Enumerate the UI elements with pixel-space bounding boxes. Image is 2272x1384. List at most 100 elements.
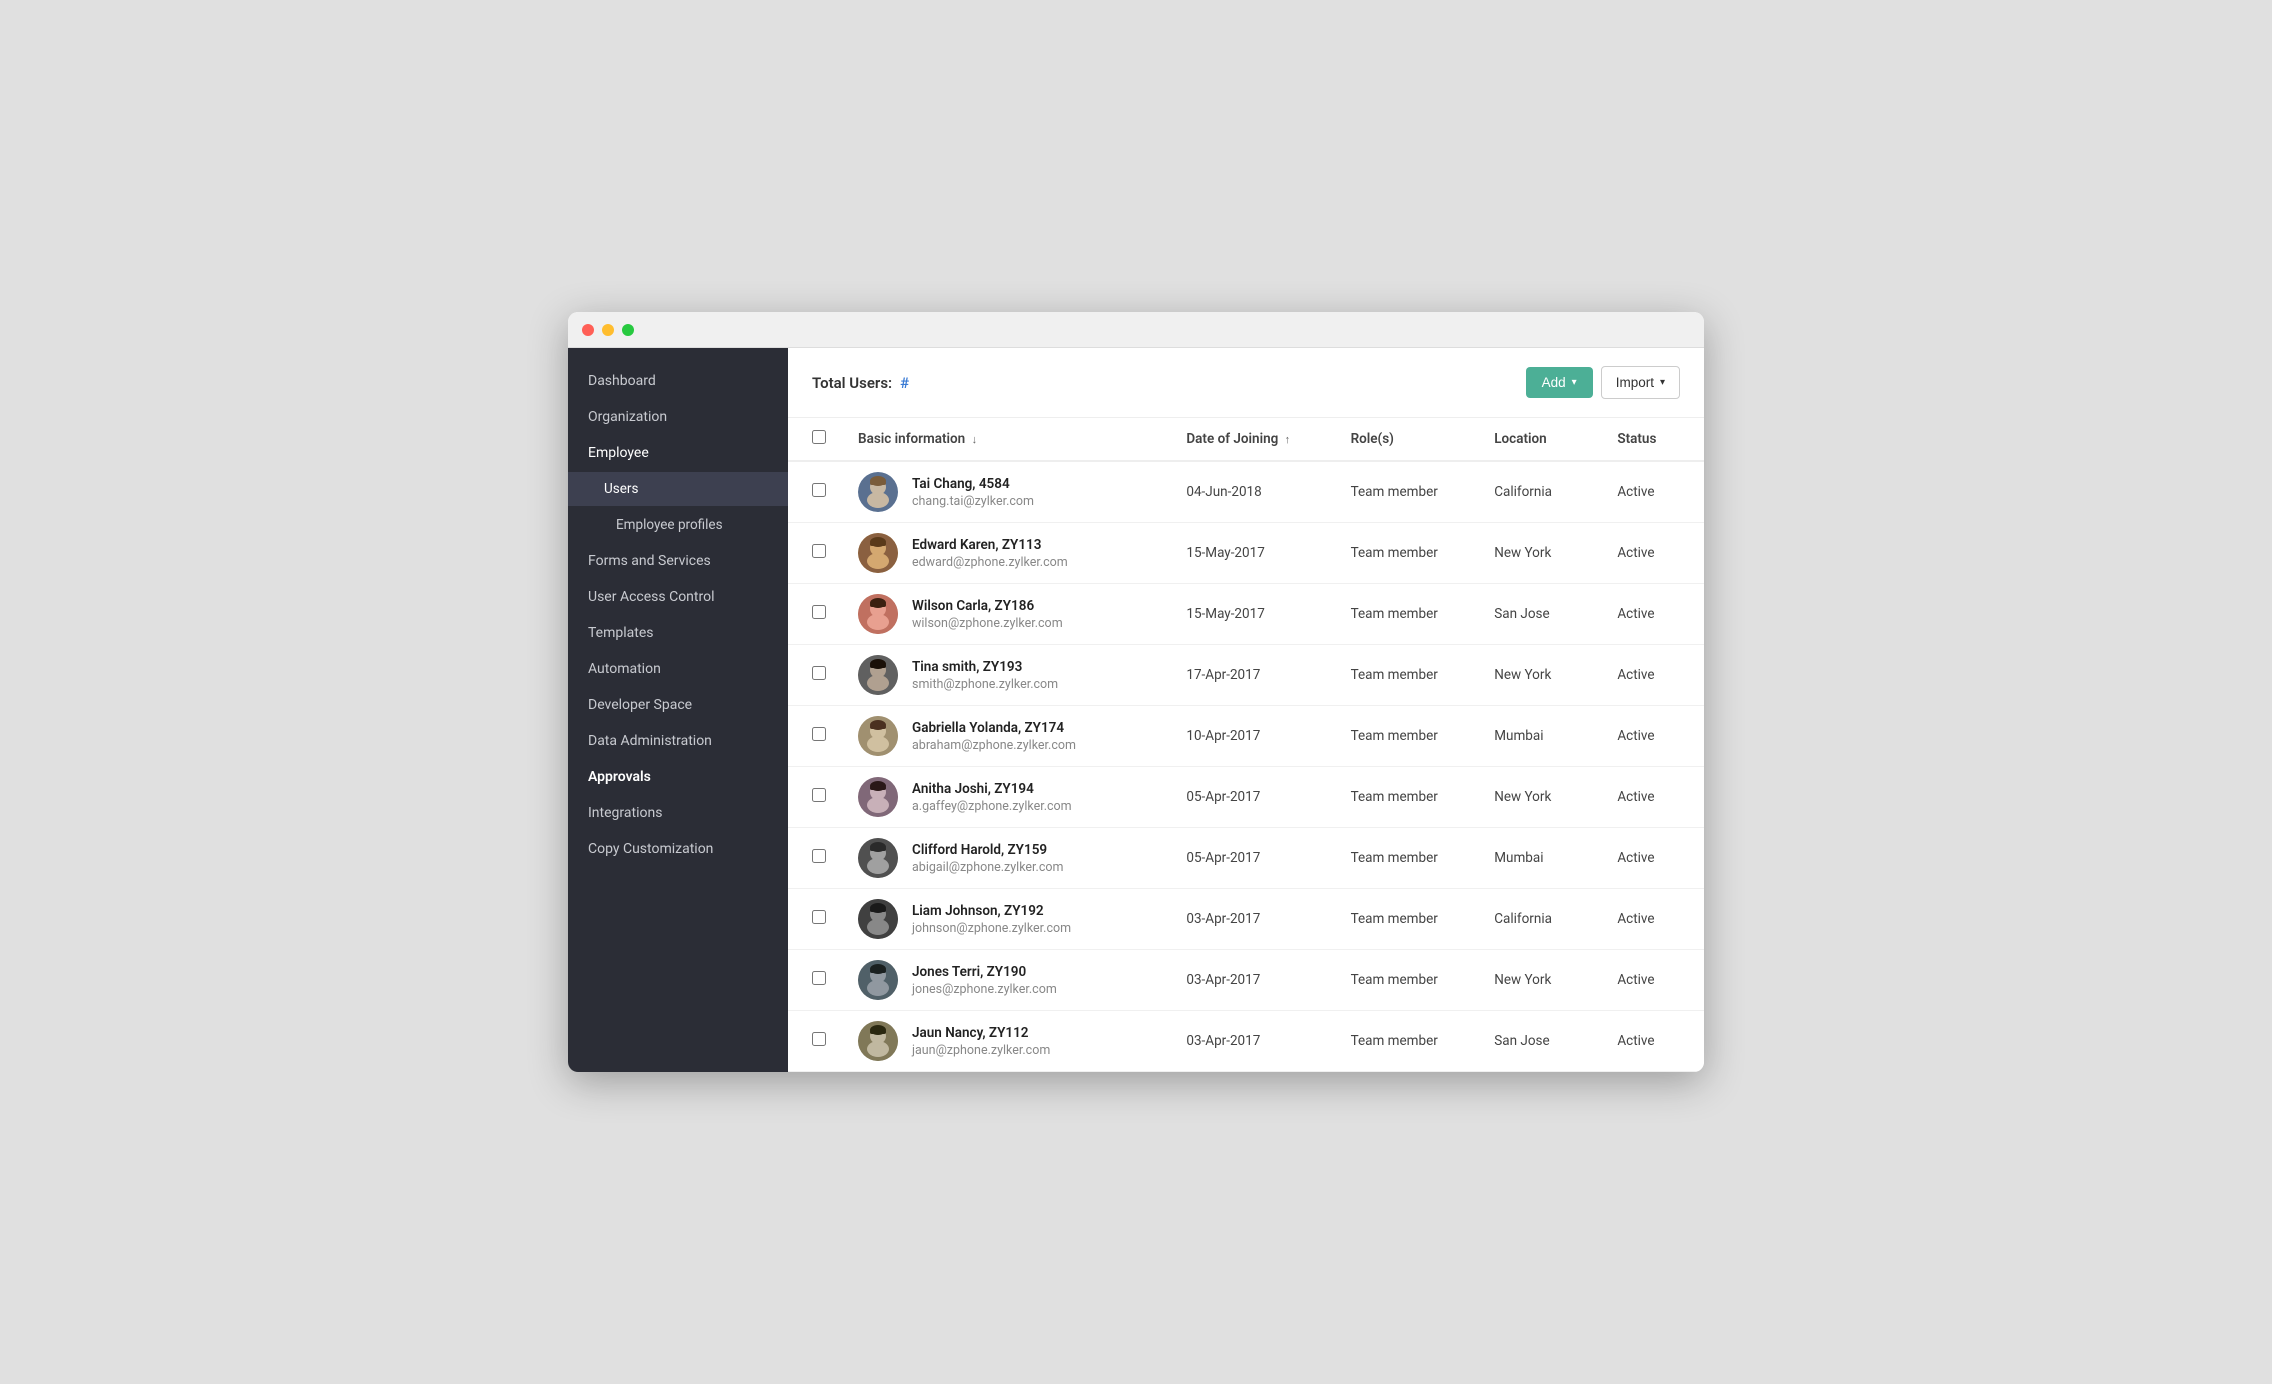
row-role-5: Team member	[1335, 706, 1479, 767]
row-checkbox-9[interactable]	[812, 971, 826, 985]
sidebar-item-automation[interactable]: Automation	[568, 652, 788, 686]
row-role-9: Team member	[1335, 950, 1479, 1011]
header-location[interactable]: Location	[1478, 418, 1601, 461]
avatar-1	[858, 472, 898, 512]
close-dot[interactable]	[582, 324, 594, 336]
basic-sort-icon: ↓	[972, 433, 978, 446]
row-checkbox-10[interactable]	[812, 1032, 826, 1046]
header-location-label: Location	[1494, 431, 1546, 447]
total-users-label: Total Users:	[812, 374, 892, 392]
import-chevron-icon: ▾	[1660, 377, 1665, 388]
row-role-7: Team member	[1335, 828, 1479, 889]
user-name-5: Gabriella Yolanda, ZY174	[912, 720, 1076, 736]
maximize-dot[interactable]	[622, 324, 634, 336]
sidebar-item-users[interactable]: Users	[568, 472, 788, 506]
add-button[interactable]: Add ▾	[1526, 367, 1593, 398]
row-role-4: Team member	[1335, 645, 1479, 706]
users-table: Basic information ↓ Date of Joining ↑ Ro…	[788, 418, 1704, 1072]
row-checkbox-cell	[788, 706, 842, 767]
sidebar-item-integrations[interactable]: Integrations	[568, 796, 788, 830]
row-checkbox-cell	[788, 523, 842, 584]
avatar-9	[858, 960, 898, 1000]
user-name-2: Edward Karen, ZY113	[912, 537, 1068, 553]
add-button-label: Add	[1542, 375, 1566, 390]
sidebar-item-developer-space[interactable]: Developer Space	[568, 688, 788, 722]
user-name-8: Liam Johnson, ZY192	[912, 903, 1071, 919]
user-email-2: edward@zphone.zylker.com	[912, 555, 1068, 570]
user-name-6: Anitha Joshi, ZY194	[912, 781, 1072, 797]
sidebar-item-employee[interactable]: Employee	[568, 436, 788, 470]
user-info-2: Edward Karen, ZY113 edward@zphone.zylker…	[912, 537, 1068, 570]
row-status-3: Active	[1601, 584, 1704, 645]
row-location-2: New York	[1478, 523, 1601, 584]
header-status[interactable]: Status	[1601, 418, 1704, 461]
user-email-8: johnson@zphone.zylker.com	[912, 921, 1071, 936]
row-checkbox-4[interactable]	[812, 666, 826, 680]
table-row: Tina smith, ZY193 smith@zphone.zylker.co…	[788, 645, 1704, 706]
user-cell-4: Tina smith, ZY193 smith@zphone.zylker.co…	[858, 655, 1154, 695]
row-role-8: Team member	[1335, 889, 1479, 950]
sidebar-item-forms-services[interactable]: Forms and Services	[568, 544, 788, 578]
row-basic-info-6: Anitha Joshi, ZY194 a.gaffey@zphone.zylk…	[842, 767, 1170, 828]
row-location-4: New York	[1478, 645, 1601, 706]
sidebar: Dashboard Organization Employee Users Em…	[568, 348, 788, 1072]
row-basic-info-3: Wilson Carla, ZY186 wilson@zphone.zylker…	[842, 584, 1170, 645]
row-checkbox-2[interactable]	[812, 544, 826, 558]
sidebar-item-data-administration[interactable]: Data Administration	[568, 724, 788, 758]
sidebar-item-dashboard[interactable]: Dashboard	[568, 364, 788, 398]
row-checkbox-8[interactable]	[812, 910, 826, 924]
titlebar	[568, 312, 1704, 348]
user-cell-2: Edward Karen, ZY113 edward@zphone.zylker…	[858, 533, 1154, 573]
import-button-label: Import	[1616, 375, 1654, 390]
user-name-10: Jaun Nancy, ZY112	[912, 1025, 1050, 1041]
row-basic-info-7: Clifford Harold, ZY159 abigail@zphone.zy…	[842, 828, 1170, 889]
sidebar-item-templates[interactable]: Templates	[568, 616, 788, 650]
avatar-3	[858, 594, 898, 634]
row-checkbox-cell	[788, 584, 842, 645]
user-info-5: Gabriella Yolanda, ZY174 abraham@zphone.…	[912, 720, 1076, 753]
user-email-9: jones@zphone.zylker.com	[912, 982, 1057, 997]
row-checkbox-5[interactable]	[812, 727, 826, 741]
sidebar-item-organization[interactable]: Organization	[568, 400, 788, 434]
row-checkbox-3[interactable]	[812, 605, 826, 619]
row-checkbox-cell	[788, 461, 842, 523]
header-checkbox-cell	[788, 418, 842, 461]
row-date-10: 03-Apr-2017	[1170, 1011, 1334, 1072]
row-checkbox-1[interactable]	[812, 483, 826, 497]
user-name-9: Jones Terri, ZY190	[912, 964, 1057, 980]
row-checkbox-7[interactable]	[812, 849, 826, 863]
sidebar-item-user-access-control[interactable]: User Access Control	[568, 580, 788, 614]
table-row: Tai Chang, 4584 chang.tai@zylker.com 04-…	[788, 461, 1704, 523]
row-status-4: Active	[1601, 645, 1704, 706]
user-info-8: Liam Johnson, ZY192 johnson@zphone.zylke…	[912, 903, 1071, 936]
sidebar-item-approvals[interactable]: Approvals	[568, 760, 788, 794]
row-date-5: 10-Apr-2017	[1170, 706, 1334, 767]
header-roles[interactable]: Role(s)	[1335, 418, 1479, 461]
user-info-7: Clifford Harold, ZY159 abigail@zphone.zy…	[912, 842, 1063, 875]
user-email-7: abigail@zphone.zylker.com	[912, 860, 1063, 875]
sidebar-item-employee-profiles[interactable]: Employee profiles	[568, 508, 788, 542]
row-role-6: Team member	[1335, 767, 1479, 828]
row-role-2: Team member	[1335, 523, 1479, 584]
row-date-8: 03-Apr-2017	[1170, 889, 1334, 950]
user-email-4: smith@zphone.zylker.com	[912, 677, 1058, 692]
row-date-6: 05-Apr-2017	[1170, 767, 1334, 828]
row-checkbox-6[interactable]	[812, 788, 826, 802]
row-checkbox-cell	[788, 828, 842, 889]
user-name-3: Wilson Carla, ZY186	[912, 598, 1063, 614]
row-status-5: Active	[1601, 706, 1704, 767]
row-location-9: New York	[1478, 950, 1601, 1011]
minimize-dot[interactable]	[602, 324, 614, 336]
select-all-checkbox[interactable]	[812, 430, 826, 444]
header-basic-info[interactable]: Basic information ↓	[842, 418, 1170, 461]
user-email-10: jaun@zphone.zylker.com	[912, 1043, 1050, 1058]
row-date-2: 15-May-2017	[1170, 523, 1334, 584]
table-body: Tai Chang, 4584 chang.tai@zylker.com 04-…	[788, 461, 1704, 1072]
header-roles-label: Role(s)	[1351, 431, 1394, 447]
user-cell-6: Anitha Joshi, ZY194 a.gaffey@zphone.zylk…	[858, 777, 1154, 817]
sidebar-item-copy-customization[interactable]: Copy Customization	[568, 832, 788, 866]
table-row: Wilson Carla, ZY186 wilson@zphone.zylker…	[788, 584, 1704, 645]
row-checkbox-cell	[788, 645, 842, 706]
header-date-joining[interactable]: Date of Joining ↑	[1170, 418, 1334, 461]
import-button[interactable]: Import ▾	[1601, 366, 1680, 399]
